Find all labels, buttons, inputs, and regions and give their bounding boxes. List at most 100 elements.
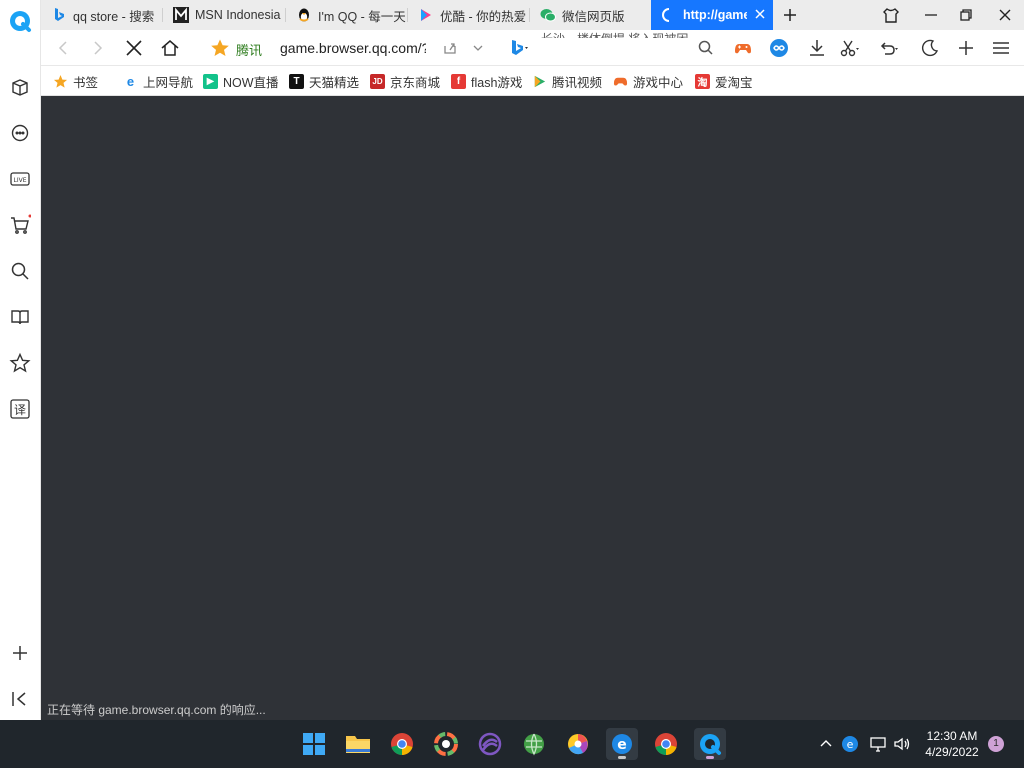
bookmarks-bar: 书签 e 上网导航 ▶ NOW直播 T 天猫精选 JD 京东商城 f flash… [41, 66, 1024, 96]
tab-qq-store[interactable]: qq store - 搜索 [41, 0, 163, 30]
search-icon[interactable] [695, 37, 717, 59]
address-toolbar: 腾讯 game.browser.qq.com/? 长沙一楼体倒塌 将入现被困 [41, 30, 1024, 66]
forward-icon[interactable] [87, 37, 109, 59]
cart-icon[interactable] [9, 214, 31, 236]
undo-icon[interactable] [877, 37, 899, 59]
taskbar-file-explorer[interactable] [342, 728, 374, 760]
chat-icon[interactable] [9, 122, 31, 144]
tab-title: http://game.browser.qq.com [683, 8, 747, 22]
tmall-icon: T [289, 73, 304, 89]
now-icon: ▶ [203, 73, 218, 89]
bookmark-item[interactable]: 游戏中心 [613, 72, 683, 90]
close-window-icon[interactable] [994, 4, 1016, 26]
restore-icon[interactable] [955, 4, 977, 26]
bookmark-item[interactable]: ▶ NOW直播 [203, 72, 279, 90]
bookmark-item[interactable]: 书签 [53, 72, 98, 90]
url-field[interactable]: game.browser.qq.com/? [280, 40, 426, 56]
start-button[interactable] [298, 728, 330, 760]
taskbar: e e 12:30 AM 4/29/2022 [0, 720, 1024, 768]
taskbar-chrome[interactable] [386, 728, 418, 760]
bookmark-label: 天猫精选 [309, 75, 360, 90]
loading-spinner-icon [662, 8, 670, 22]
bookmark-item[interactable]: JD 京东商城 [370, 72, 440, 90]
tencent-video-icon [534, 75, 546, 87]
clock-date: 4/29/2022 [925, 745, 979, 759]
live-icon[interactable]: LIVE [9, 168, 31, 190]
show-hidden-icons-chevron-icon[interactable] [816, 734, 836, 754]
taskbar-app-colorful[interactable] [430, 728, 462, 760]
site-brand-label: 腾讯 [236, 43, 263, 58]
tab-im-qq[interactable]: I'm QQ - 每一天 [286, 0, 408, 30]
bookmark-label: 爱淘宝 [715, 75, 753, 90]
collapse-sidebar-icon[interactable] [9, 688, 31, 710]
favorite-star-icon[interactable] [209, 37, 231, 59]
tab-title: qq store - 搜索 [73, 9, 155, 24]
tab-wechat[interactable]: 微信网页版 [530, 0, 651, 30]
bookmark-item[interactable]: 腾讯视频 [532, 72, 602, 90]
taskbar-qq-browser[interactable] [694, 728, 726, 760]
qq-penguin-icon [299, 8, 309, 22]
dropdown-chevron-icon[interactable] [467, 37, 489, 59]
volume-icon[interactable] [892, 734, 912, 754]
game-controller-icon[interactable] [732, 37, 754, 59]
tab-title: MSN Indonesia [195, 8, 281, 22]
close-tab-icon[interactable] [753, 7, 767, 21]
bing-icon [55, 8, 64, 21]
scissors-screenshot-icon[interactable] [838, 37, 860, 59]
share-icon[interactable] [439, 37, 461, 59]
taskbar-app-purple[interactable] [474, 728, 506, 760]
bookmark-label: 腾讯视频 [552, 75, 603, 90]
bing-search-engine-icon[interactable] [507, 37, 529, 59]
bookmark-label: flash游戏 [471, 75, 523, 90]
book-icon[interactable] [9, 306, 31, 328]
page-content-area[interactable] [41, 96, 1024, 720]
green-globe-icon [524, 733, 544, 756]
purple-swirl-icon [478, 732, 502, 756]
bookmark-item[interactable]: e 上网导航 [123, 72, 193, 90]
bookmark-item[interactable]: T 天猫精选 [289, 72, 359, 90]
taskbar-ie[interactable]: e [606, 728, 638, 760]
chrome-icon [391, 733, 413, 755]
cube-icon[interactable] [9, 76, 31, 98]
clock-time: 12:30 AM [926, 729, 978, 743]
svg-text:e: e [847, 738, 854, 751]
qq-browser-logo[interactable] [8, 9, 32, 33]
minimize-icon[interactable] [920, 4, 942, 26]
system-clock[interactable]: 12:30 AM 4/29/2022 [916, 728, 988, 760]
tab-msn[interactable]: MSN Indonesia [163, 0, 286, 30]
ie-tray-icon[interactable]: e [840, 734, 860, 754]
stop-loading-icon[interactable] [123, 37, 145, 59]
taskbar-chrome-2[interactable] [650, 728, 682, 760]
menu-hamburger-icon[interactable] [990, 37, 1012, 59]
infinity-extension-icon[interactable] [768, 37, 790, 59]
svg-text:译: 译 [14, 403, 26, 417]
download-icon[interactable] [806, 37, 828, 59]
bookmark-label: 书签 [73, 75, 99, 90]
chrome-icon [655, 733, 677, 755]
bookmark-label: 上网导航 [143, 75, 194, 90]
home-icon[interactable] [159, 37, 181, 59]
youku-icon [421, 9, 431, 21]
star-outline-icon[interactable] [9, 352, 31, 374]
back-icon[interactable] [52, 37, 74, 59]
status-bar-text: 正在等待 game.browser.qq.com 的响应... [41, 698, 272, 720]
skin-shirt-icon[interactable] [880, 4, 902, 26]
taskbar-app-green[interactable] [518, 728, 550, 760]
bookmark-item[interactable]: 淘 爱淘宝 [695, 72, 753, 90]
ie-icon: e [126, 73, 135, 89]
dark-mode-moon-icon[interactable] [919, 37, 941, 59]
search-icon[interactable] [9, 260, 31, 282]
svg-text:LIVE: LIVE [13, 177, 26, 184]
new-tab-icon[interactable] [779, 4, 801, 26]
translate-icon[interactable]: 译 [9, 398, 31, 420]
notification-badge[interactable]: 1 [988, 736, 1004, 752]
add-icon[interactable] [9, 642, 31, 664]
add-icon[interactable] [955, 37, 977, 59]
network-icon[interactable] [868, 734, 888, 754]
taskbar-app-rainbow[interactable] [562, 728, 594, 760]
tab-youku[interactable]: 优酷 - 你的热爱 [408, 0, 530, 30]
running-indicator [706, 756, 714, 759]
tab-game-active[interactable]: http://game.browser.qq.com [651, 0, 773, 30]
bookmark-item[interactable]: f flash游戏 [451, 72, 522, 90]
left-sidebar: LIVE 译 [0, 0, 41, 720]
